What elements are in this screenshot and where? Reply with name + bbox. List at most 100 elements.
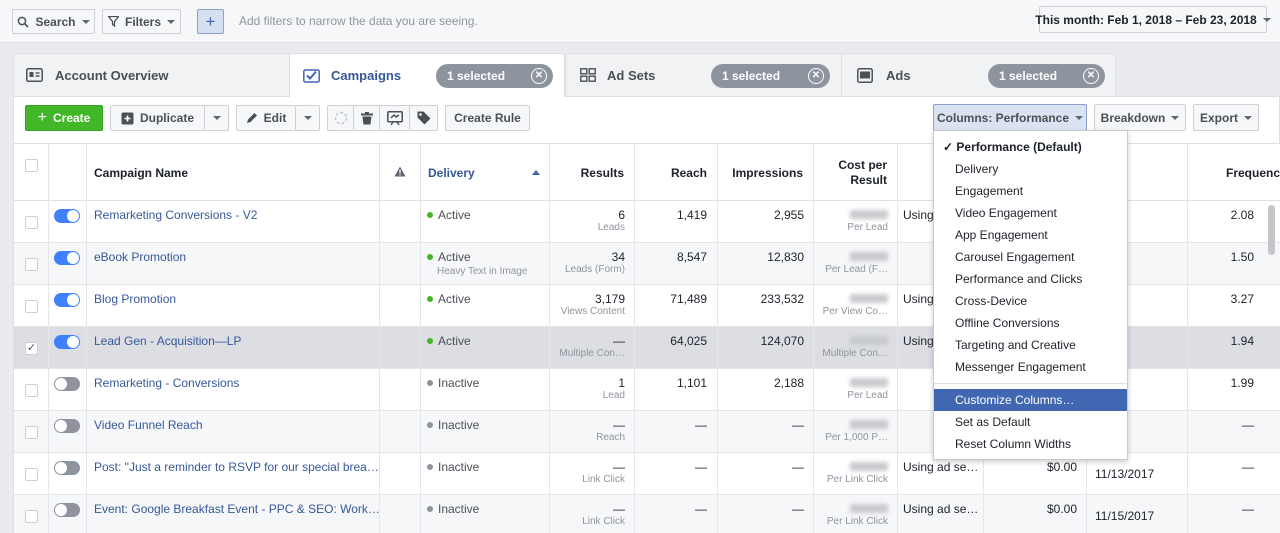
toggle-status-button[interactable] <box>327 105 354 131</box>
campaign-status-toggle[interactable] <box>54 419 80 433</box>
row-checkbox[interactable] <box>25 384 38 397</box>
search-icon <box>17 16 30 28</box>
columns-menu-item[interactable]: Performance and Clicks <box>934 268 1127 290</box>
row-checkbox[interactable]: ✓ <box>25 342 38 355</box>
campaign-status-toggle[interactable] <box>54 209 80 223</box>
campaign-name-link[interactable]: Event: Google Breakfast Event - PPC & SE… <box>94 502 380 516</box>
columns-menu-item[interactable]: Carousel Engagement <box>934 246 1127 268</box>
bid-strategy-value: Using ad se… <box>903 502 979 516</box>
column-frequency[interactable]: Frequenc <box>1188 144 1280 201</box>
columns-menu-item[interactable]: ✓ Performance (Default) <box>934 136 1127 158</box>
campaign-name-link[interactable]: eBook Promotion <box>94 250 186 264</box>
row-checkbox[interactable] <box>25 258 38 271</box>
add-filter-button[interactable]: + <box>197 9 224 34</box>
table-cell <box>380 453 421 495</box>
redacted-value <box>850 252 888 261</box>
menu-item-label: Offline Conversions <box>955 316 1060 330</box>
campaign-name-link[interactable]: Post: "Just a reminder to RSVP for our s… <box>94 460 379 474</box>
row-checkbox[interactable] <box>25 216 38 229</box>
column-reach[interactable]: Reach <box>635 144 718 201</box>
column-cost-per-result[interactable]: Cost per Result <box>814 144 898 201</box>
columns-menu-item[interactable]: Video Engagement <box>934 202 1127 224</box>
columns-menu-action[interactable]: Customize Columns… <box>934 389 1127 411</box>
menu-item-label: Performance and Clicks <box>955 272 1083 286</box>
frequency-value: 3.27 <box>1230 292 1254 306</box>
clear-selection-icon[interactable]: ✕ <box>808 68 824 84</box>
table-row[interactable]: Event: Google Breakfast Event - PPC & SE… <box>14 495 1280 533</box>
clear-selection-icon[interactable]: ✕ <box>531 68 547 84</box>
duplicate-button[interactable]: Duplicate <box>110 105 205 131</box>
selected-count-pill[interactable]: 1 selected ✕ <box>711 64 830 88</box>
results-value: — <box>613 502 625 516</box>
delivery-status: Active <box>427 334 471 348</box>
campaign-name-link[interactable]: Remarketing - Conversions <box>94 376 239 390</box>
filters-button[interactable]: Filters <box>102 9 181 34</box>
campaign-status-toggle[interactable] <box>54 251 80 265</box>
column-label: Reach <box>670 165 707 180</box>
columns-dropdown-button[interactable]: Columns: Performance <box>933 104 1087 131</box>
edit-dropdown[interactable] <box>295 105 320 131</box>
redacted-value <box>850 504 888 513</box>
frequency-value: — <box>1242 502 1254 516</box>
results-value: 6 <box>618 208 625 222</box>
menu-item-label: Engagement <box>955 184 1024 198</box>
columns-menu-item[interactable]: Engagement <box>934 180 1127 202</box>
column-impressions[interactable]: Impressions <box>718 144 814 201</box>
edit-button[interactable]: Edit <box>236 105 296 131</box>
bid-strategy-value: Using <box>903 208 934 222</box>
campaign-name-link[interactable]: Remarketing Conversions - V2 <box>94 208 257 222</box>
columns-menu-item[interactable]: Messenger Engagement <box>934 356 1127 378</box>
duplicate-dropdown[interactable] <box>204 105 229 131</box>
tab-account-overview[interactable]: Account Overview <box>13 53 295 96</box>
menu-divider <box>934 383 1127 384</box>
selected-count-pill[interactable]: 1 selected ✕ <box>988 64 1105 88</box>
tab-campaigns[interactable]: Campaigns 1 selected ✕ <box>289 53 565 97</box>
campaigns-icon <box>303 68 320 86</box>
column-warnings[interactable] <box>380 144 421 201</box>
campaign-status-toggle[interactable] <box>54 335 80 349</box>
search-button[interactable]: Search <box>12 9 95 34</box>
preview-button[interactable] <box>379 105 410 131</box>
columns-menu-item[interactable]: Offline Conversions <box>934 312 1127 334</box>
create-rule-button[interactable]: Create Rule <box>445 105 530 131</box>
campaign-status-toggle[interactable] <box>54 377 80 391</box>
columns-menu-item[interactable]: Targeting and Creative <box>934 334 1127 356</box>
date-range-picker[interactable]: This month: Feb 1, 2018 – Feb 23, 2018 <box>1035 6 1271 33</box>
campaign-name-link[interactable]: Video Funnel Reach <box>94 418 203 432</box>
columns-menu-item[interactable]: App Engagement <box>934 224 1127 246</box>
cost-type: Per Lead <box>847 222 888 233</box>
create-button[interactable]: + Create <box>25 105 103 131</box>
campaign-status-toggle[interactable] <box>54 503 80 517</box>
filter-icon <box>107 16 119 27</box>
top-filter-bar: Search Filters + Add filters to narrow t… <box>0 0 1280 43</box>
columns-menu-action[interactable]: Set as Default <box>934 411 1127 433</box>
delivery-label: Inactive <box>438 418 480 432</box>
campaign-status-toggle[interactable] <box>54 293 80 307</box>
export-button[interactable]: Export <box>1193 104 1259 131</box>
breakdown-button[interactable]: Breakdown <box>1094 104 1186 131</box>
vertical-scrollbar[interactable] <box>1268 205 1275 255</box>
row-checkbox[interactable] <box>25 300 38 313</box>
status-dot-icon <box>427 506 433 512</box>
tag-button[interactable] <box>409 105 438 131</box>
columns-menu-action[interactable]: Reset Column Widths <box>934 433 1127 455</box>
clear-selection-icon[interactable]: ✕ <box>1083 68 1099 84</box>
columns-menu-item[interactable]: Cross-Device <box>934 290 1127 312</box>
row-checkbox[interactable] <box>25 510 38 523</box>
campaign-status-toggle[interactable] <box>54 461 80 475</box>
tab-ad-sets[interactable]: Ad Sets 1 selected ✕ <box>565 53 843 96</box>
column-delivery[interactable]: Delivery <box>421 144 550 201</box>
column-results[interactable]: Results <box>550 144 635 201</box>
campaign-name-link[interactable]: Lead Gen - Acquisition—LP <box>94 334 241 348</box>
row-checkbox[interactable] <box>25 426 38 439</box>
row-checkbox[interactable] <box>25 468 38 481</box>
delete-button[interactable] <box>353 105 380 131</box>
tab-ads[interactable]: Ads 1 selected ✕ <box>841 53 1116 96</box>
impressions-value: 2,188 <box>773 376 804 390</box>
selected-count-pill[interactable]: 1 selected ✕ <box>436 64 553 88</box>
select-all-checkbox[interactable] <box>25 159 38 172</box>
columns-menu-item[interactable]: Delivery <box>934 158 1127 180</box>
campaign-name-link[interactable]: Blog Promotion <box>94 292 176 306</box>
column-campaign-name[interactable]: Campaign Name <box>87 144 380 201</box>
bid-strategy-value: Using ad se… <box>903 460 979 474</box>
